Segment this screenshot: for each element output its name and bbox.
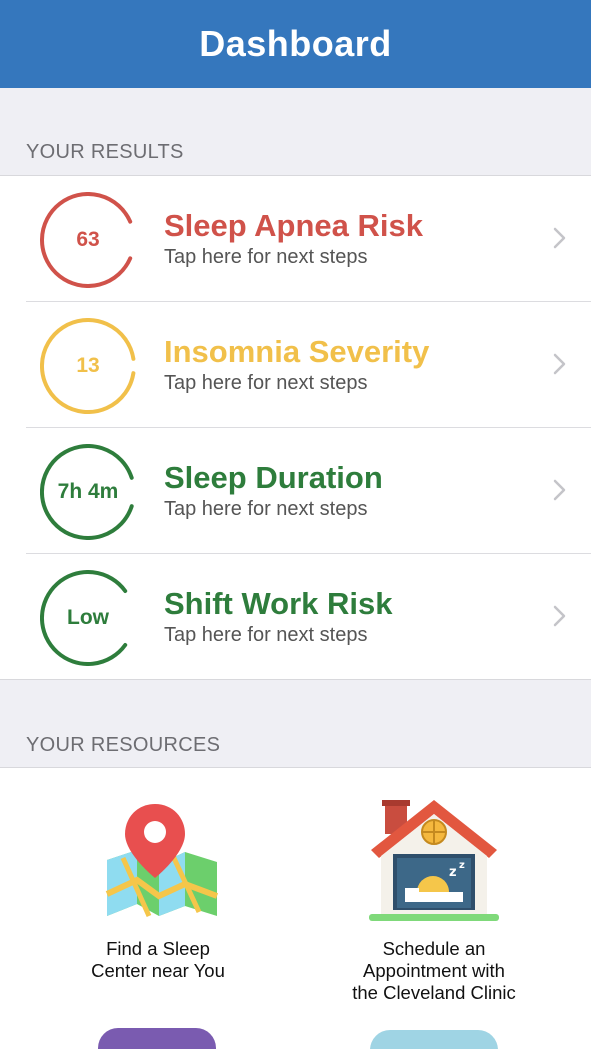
chevron-right-icon xyxy=(553,605,566,627)
dashboard-screen: Dashboard YOUR RESULTS 63 Sleep Apnea Ri… xyxy=(0,0,591,1049)
resource-label: Find a Sleep Center near You xyxy=(91,938,225,981)
resource-label: Schedule an Appointment with the Clevela… xyxy=(352,938,516,1003)
score-value: 7h 4m xyxy=(57,480,119,503)
score-ring: 7h 4m xyxy=(40,444,136,540)
result-row-insomnia[interactable]: 13 Insomnia Severity Tap here for next s… xyxy=(0,302,591,428)
score-value: 63 xyxy=(76,228,100,251)
house-sleep-icon: z z xyxy=(369,800,499,921)
chevron-right-icon xyxy=(553,353,566,375)
result-subtitle: Tap here for next steps xyxy=(164,246,368,268)
result-title: Shift Work Risk xyxy=(164,586,393,621)
results-list: 63 Sleep Apnea Risk Tap here for next st… xyxy=(0,175,591,680)
svg-text:z: z xyxy=(459,860,465,871)
resource-tile-partial[interactable] xyxy=(370,1030,498,1049)
navigation-bar: Dashboard xyxy=(0,0,591,88)
result-title: Insomnia Severity xyxy=(164,334,430,369)
result-row-shift-work[interactable]: Low Shift Work Risk Tap here for next st… xyxy=(0,554,591,680)
score-ring: Low xyxy=(40,570,136,666)
resources-grid: Find a Sleep Center near You z z Schedul… xyxy=(0,767,591,1049)
resource-tile-partial[interactable] xyxy=(98,1028,216,1049)
result-title: Sleep Apnea Risk xyxy=(164,208,424,243)
results-section-heading: YOUR RESULTS xyxy=(26,141,184,163)
result-row-sleep-duration[interactable]: 7h 4m Sleep Duration Tap here for next s… xyxy=(0,428,591,554)
map-pin-icon xyxy=(105,804,219,918)
score-value: Low xyxy=(67,606,109,629)
result-subtitle: Tap here for next steps xyxy=(164,372,368,394)
resources-section-heading: YOUR RESOURCES xyxy=(26,734,221,756)
page-title: Dashboard xyxy=(199,23,392,64)
result-title: Sleep Duration xyxy=(164,460,383,495)
resource-schedule-appointment[interactable]: z z Schedule an Appointment with the Cle… xyxy=(336,796,532,1004)
score-ring: 63 xyxy=(40,192,136,288)
result-row-sleep-apnea[interactable]: 63 Sleep Apnea Risk Tap here for next st… xyxy=(0,176,591,302)
chevron-right-icon xyxy=(553,479,566,501)
chevron-right-icon xyxy=(553,227,566,249)
resource-find-sleep-center[interactable]: Find a Sleep Center near You xyxy=(60,798,256,982)
result-subtitle: Tap here for next steps xyxy=(164,498,368,520)
score-ring: 13 xyxy=(40,318,136,414)
score-value: 13 xyxy=(76,354,100,377)
svg-text:z: z xyxy=(449,865,457,880)
result-subtitle: Tap here for next steps xyxy=(164,624,368,646)
